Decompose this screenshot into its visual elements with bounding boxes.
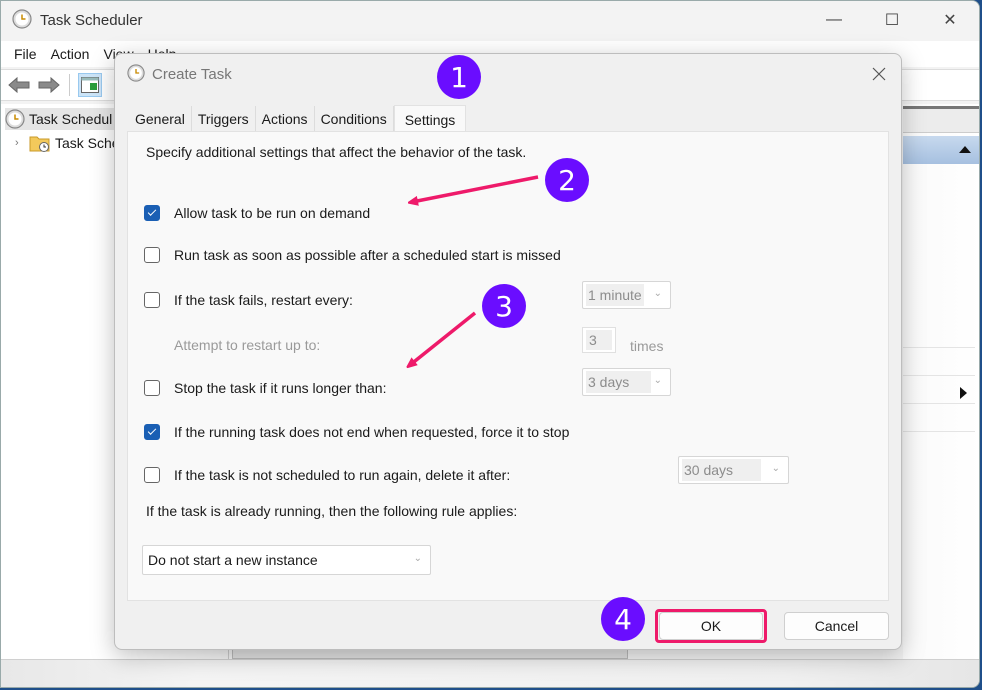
chevron-down-icon: ⌄ [413, 553, 422, 564]
status-bar [1, 659, 979, 687]
tree-item-label: Task Sche [55, 135, 120, 151]
restart-on-failure-checkbox[interactable] [144, 292, 160, 308]
chevron-down-icon: ⌄ [653, 288, 662, 299]
delete-after-value: 30 days [682, 459, 762, 481]
tree-item-task-scheduler-library[interactable]: › Task Sche [15, 132, 120, 154]
maximize-button[interactable]: ☐ [863, 1, 921, 39]
actions-pane [903, 104, 979, 659]
stop-if-runs-longer-checkbox[interactable] [144, 380, 160, 396]
run-after-missed-start-checkbox[interactable] [144, 247, 160, 263]
allow-run-on-demand-checkbox[interactable] [144, 205, 160, 221]
option-label: Stop the task if it runs longer than: [174, 380, 387, 396]
collapse-arrow-icon[interactable] [959, 146, 971, 153]
stop-after-value: 3 days [586, 371, 652, 393]
settings-panel: Specify additional settings that affect … [127, 131, 889, 601]
close-button[interactable]: ✕ [921, 1, 979, 39]
dialog-title-bar: Create Task [115, 54, 901, 94]
delete-if-not-scheduled-checkbox[interactable] [144, 467, 160, 483]
create-task-dialog: Create Task General Triggers Actions Con… [114, 53, 902, 650]
forward-arrow-icon [38, 76, 60, 94]
window-title: Task Scheduler [40, 11, 143, 29]
step-badge-1: 1 [437, 55, 481, 99]
folder-clock-icon [29, 136, 50, 152]
settings-intro-text: Specify additional settings that affect … [146, 144, 527, 160]
chevron-down-icon: ⌄ [771, 463, 780, 474]
menu-file[interactable]: File [7, 46, 44, 62]
tab-triggers[interactable]: Triggers [192, 106, 256, 132]
dialog-close-button[interactable] [867, 62, 891, 86]
option-force-stop[interactable]: If the running task does not end when re… [144, 424, 569, 440]
restart-attempts-row: Attempt to restart up to: [174, 337, 320, 353]
option-label: If the running task does not end when re… [174, 424, 570, 440]
toolbar-separator [69, 74, 70, 96]
expand-chevron-icon[interactable]: › [15, 137, 29, 149]
running-rule-label: If the task is already running, then the… [146, 503, 518, 519]
restart-attempts-value: 3 [586, 330, 612, 350]
force-stop-checkbox[interactable] [144, 424, 160, 440]
tab-conditions[interactable]: Conditions [315, 106, 394, 132]
option-label: Run task as soon as possible after a sch… [174, 247, 561, 263]
ok-button-highlight [655, 609, 767, 643]
dialog-title: Create Task [152, 65, 232, 83]
stop-after-select[interactable]: 3 days ⌄ [582, 368, 671, 396]
running-rule-value: Do not start a new instance [148, 552, 318, 568]
submenu-arrow-icon[interactable] [960, 387, 967, 399]
console-tree-icon [81, 77, 99, 93]
running-rule-select[interactable]: Do not start a new instance ⌄ [142, 545, 431, 575]
tab-general[interactable]: General [129, 106, 192, 132]
restart-interval-value: 1 minute [586, 284, 644, 306]
forward-button[interactable] [37, 73, 61, 97]
option-label: Allow task to be run on demand [174, 205, 371, 221]
step-badge-2: 2 [545, 158, 589, 202]
option-stop-if-runs-longer[interactable]: Stop the task if it runs longer than: [144, 380, 386, 396]
tab-strip: General Triggers Actions Conditions Sett… [129, 105, 467, 133]
restart-attempts-unit: times [630, 338, 664, 354]
menu-action[interactable]: Action [44, 46, 97, 62]
back-arrow-icon [8, 76, 30, 94]
clock-icon [5, 109, 25, 129]
clock-icon [127, 63, 145, 85]
option-delete-if-not-scheduled[interactable]: If the task is not scheduled to run agai… [144, 467, 510, 483]
maximize-icon: ☐ [884, 12, 900, 29]
option-label: If the task fails, restart every: [174, 292, 353, 308]
clock-icon [12, 8, 32, 32]
close-icon [872, 67, 886, 81]
tree-item-label: Task Schedul [29, 111, 113, 127]
show-hide-console-tree-button[interactable] [78, 73, 102, 97]
option-label: If the task is not scheduled to run agai… [174, 467, 511, 483]
option-run-after-missed-start[interactable]: Run task as soon as possible after a sch… [144, 247, 561, 263]
delete-after-select[interactable]: 30 days ⌄ [678, 456, 789, 484]
actions-section-header[interactable] [903, 136, 979, 164]
restart-interval-select[interactable]: 1 minute ⌄ [582, 281, 671, 309]
back-button[interactable] [7, 73, 31, 97]
chevron-down-icon: ⌄ [653, 375, 662, 386]
close-icon: ✕ [943, 12, 957, 29]
restart-attempts-input[interactable]: 3 [582, 327, 616, 353]
minimize-button[interactable]: — [805, 1, 863, 39]
title-bar: Task Scheduler — ☐ ✕ [1, 1, 979, 39]
step-badge-4: 4 [601, 597, 645, 641]
tab-settings[interactable]: Settings [393, 105, 467, 133]
restart-attempts-label: Attempt to restart up to: [174, 337, 321, 353]
cancel-button[interactable]: Cancel [784, 612, 889, 640]
tab-actions[interactable]: Actions [256, 106, 315, 132]
step-badge-3: 3 [482, 284, 526, 328]
minimize-icon: — [826, 11, 842, 28]
option-restart-on-failure[interactable]: If the task fails, restart every: [144, 292, 353, 308]
option-allow-run-on-demand[interactable]: Allow task to be run on demand [144, 205, 370, 221]
